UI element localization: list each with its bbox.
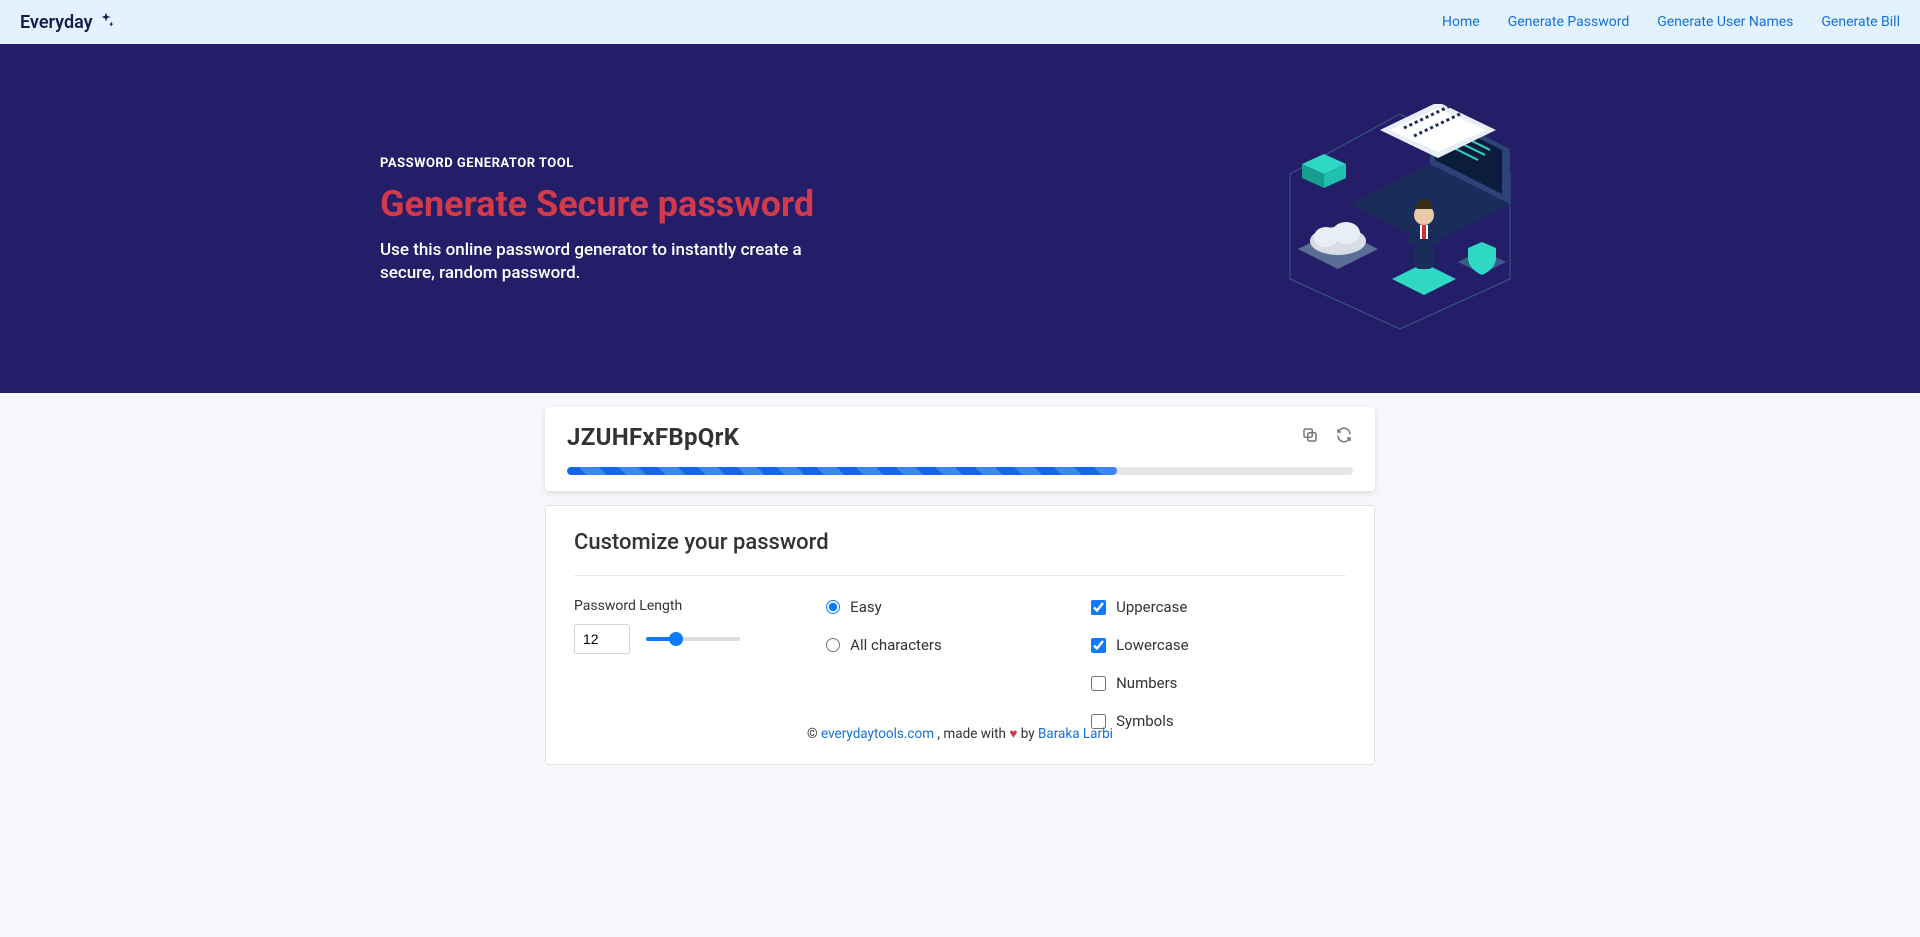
length-column: Password Length xyxy=(574,598,816,730)
lowercase-option[interactable]: Lowercase xyxy=(1091,636,1346,654)
uppercase-option[interactable]: Uppercase xyxy=(1091,598,1346,616)
nav-links: Home Generate Password Generate User Nam… xyxy=(1442,14,1900,30)
nav-link-generate-password[interactable]: Generate Password xyxy=(1508,14,1630,30)
nav-link-generate-usernames[interactable]: Generate User Names xyxy=(1657,14,1793,30)
numbers-checkbox[interactable] xyxy=(1091,676,1106,691)
refresh-icon xyxy=(1335,429,1353,448)
nav-link-generate-bill[interactable]: Generate Bill xyxy=(1821,14,1900,30)
brand-sparkle-icon xyxy=(97,11,115,34)
charset-column: Uppercase Lowercase Numbers Symbols xyxy=(1091,598,1346,730)
numbers-option[interactable]: Numbers xyxy=(1091,674,1346,692)
uppercase-checkbox[interactable] xyxy=(1091,600,1106,615)
footer-by: by xyxy=(1017,726,1038,742)
mode-all-option[interactable]: All characters xyxy=(826,636,1081,654)
footer-author-link[interactable]: Baraka Larbi xyxy=(1038,726,1113,742)
mode-all-label: All characters xyxy=(850,636,942,654)
regenerate-button[interactable] xyxy=(1335,426,1353,448)
mode-column: Easy All characters xyxy=(826,598,1081,730)
lowercase-checkbox[interactable] xyxy=(1091,638,1106,653)
navbar: Everyday Home Generate Password Generate… xyxy=(0,0,1920,44)
strength-meter xyxy=(567,467,1353,475)
footer-site-link[interactable]: everydaytools.com xyxy=(821,726,934,742)
password-output-card: JZUHFxFBpQrK xyxy=(545,407,1375,491)
footer-copyright: © xyxy=(807,726,821,742)
length-input[interactable] xyxy=(574,624,630,654)
footer-mid: , made with xyxy=(934,726,1009,742)
strength-meter-fill xyxy=(567,467,1117,475)
hero-title: Generate Secure password xyxy=(380,185,860,225)
lowercase-label: Lowercase xyxy=(1116,636,1189,654)
hero: PASSWORD GENERATOR TOOL Generate Secure … xyxy=(0,44,1920,393)
uppercase-label: Uppercase xyxy=(1116,598,1187,616)
hero-description: Use this online password generator to in… xyxy=(380,239,860,287)
nav-link-home[interactable]: Home xyxy=(1442,14,1480,30)
length-slider[interactable] xyxy=(646,637,740,641)
footer: © everydaytools.com , made with ♥ by Bar… xyxy=(545,714,1375,766)
length-label: Password Length xyxy=(574,598,816,614)
mode-easy-option[interactable]: Easy xyxy=(826,598,1081,616)
hero-eyebrow: PASSWORD GENERATOR TOOL xyxy=(380,156,860,171)
mode-easy-radio[interactable] xyxy=(826,600,840,614)
mode-easy-label: Easy xyxy=(850,598,882,616)
mode-all-radio[interactable] xyxy=(826,638,840,652)
numbers-label: Numbers xyxy=(1116,674,1177,692)
password-output: JZUHFxFBpQrK xyxy=(567,423,1287,451)
brand[interactable]: Everyday xyxy=(20,11,115,34)
customize-heading: Customize your password xyxy=(574,530,1346,555)
divider xyxy=(574,575,1346,576)
copy-icon xyxy=(1301,429,1319,448)
brand-name: Everyday xyxy=(20,12,93,33)
copy-button[interactable] xyxy=(1301,426,1319,448)
hero-illustration xyxy=(1260,104,1540,338)
